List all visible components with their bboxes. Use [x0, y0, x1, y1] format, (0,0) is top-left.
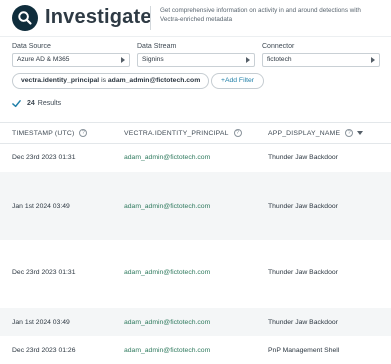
cell-timestamp: Dec 23rd 2023 01:31: [12, 154, 76, 161]
column-header-principal[interactable]: VECTRA.IDENTITY_PRINCIPAL ?: [124, 129, 242, 137]
cell-timestamp: Dec 23rd 2023 01:31: [12, 269, 76, 276]
check-icon: [12, 100, 21, 108]
cell-timestamp: Jan 1st 2024 03:49: [12, 203, 70, 210]
filter-field: vectra.identity_principal: [21, 77, 100, 84]
cell-principal[interactable]: adam_admin@fictotech.com: [124, 319, 210, 326]
connector-select[interactable]: fictotech: [262, 53, 380, 67]
column-header-app[interactable]: APP_DISPLAY_NAME ?: [268, 129, 364, 137]
table-header: TIMESTAMP (UTC) ? VECTRA.IDENTITY_PRINCI…: [0, 122, 391, 144]
table-row[interactable]: Dec 23rd 2023 01:31 adam_admin@fictotech…: [0, 240, 391, 308]
cell-principal[interactable]: adam_admin@fictotech.com: [124, 347, 210, 354]
help-icon[interactable]: ?: [79, 129, 88, 137]
results-summary: 24 Results: [12, 99, 61, 108]
header: Investigate Get comprehensive informatio…: [0, 0, 391, 38]
add-filter-button[interactable]: +Add Filter: [211, 73, 264, 89]
column-header-label: APP_DISPLAY_NAME: [268, 129, 341, 137]
sort-down-icon[interactable]: [357, 131, 364, 135]
cell-principal[interactable]: adam_admin@fictotech.com: [124, 203, 210, 210]
data-stream-select[interactable]: Signins: [137, 53, 255, 67]
cell-app: PnP Management Shell: [268, 347, 340, 354]
data-stream-value: Signins: [142, 56, 164, 63]
caret-right-icon: [121, 57, 125, 63]
data-source-select[interactable]: Azure AD & M365: [12, 53, 130, 67]
cell-app: Thunder Jaw Backdoor: [268, 203, 338, 210]
filter-value: adam_admin@fictotech.com: [107, 77, 201, 84]
column-header-label: VECTRA.IDENTITY_PRINCIPAL: [124, 129, 229, 137]
search-icon: [12, 5, 38, 31]
column-header-timestamp[interactable]: TIMESTAMP (UTC) ?: [12, 129, 88, 137]
cell-principal[interactable]: adam_admin@fictotech.com: [124, 269, 210, 276]
page-title: Investigate: [45, 6, 152, 28]
results-count: 24: [27, 100, 35, 107]
data-stream-label: Data Stream: [137, 43, 177, 50]
filter-pill[interactable]: vectra.identity_principal is adam_admin@…: [12, 73, 210, 89]
connector-label: Connector: [262, 43, 295, 50]
cell-app: Thunder Jaw Backdoor: [268, 319, 338, 326]
cell-timestamp: Dec 23rd 2023 01:26: [12, 347, 76, 354]
connector-value: fictotech: [267, 56, 292, 63]
cell-principal[interactable]: adam_admin@fictotech.com: [124, 154, 210, 161]
header-separator: [0, 36, 391, 37]
help-icon[interactable]: ?: [345, 129, 354, 137]
table-row[interactable]: Jan 1st 2024 03:49 adam_admin@fictotech.…: [0, 308, 391, 336]
filter-operator: is: [99, 77, 108, 84]
table-row[interactable]: Dec 23rd 2023 01:26 adam_admin@fictotech…: [0, 336, 391, 364]
header-divider: [150, 6, 151, 30]
cell-timestamp: Jan 1st 2024 03:49: [12, 319, 70, 326]
help-icon[interactable]: ?: [233, 129, 242, 137]
data-source-label: Data Source: [12, 43, 51, 50]
results-label: Results: [37, 100, 62, 107]
column-header-label: TIMESTAMP (UTC): [12, 129, 75, 137]
cell-app: Thunder Jaw Backdoor: [268, 154, 338, 161]
table-row[interactable]: Jan 1st 2024 03:49 adam_admin@fictotech.…: [0, 172, 391, 240]
caret-right-icon: [371, 57, 375, 63]
cell-app: Thunder Jaw Backdoor: [268, 269, 338, 276]
caret-right-icon: [246, 57, 250, 63]
table-row[interactable]: Dec 23rd 2023 01:31 adam_admin@fictotech…: [0, 144, 391, 172]
investigate-panel: Investigate Get comprehensive informatio…: [0, 0, 391, 364]
data-source-value: Azure AD & M365: [17, 56, 70, 63]
page-subtitle: Get comprehensive information on activit…: [160, 7, 361, 23]
